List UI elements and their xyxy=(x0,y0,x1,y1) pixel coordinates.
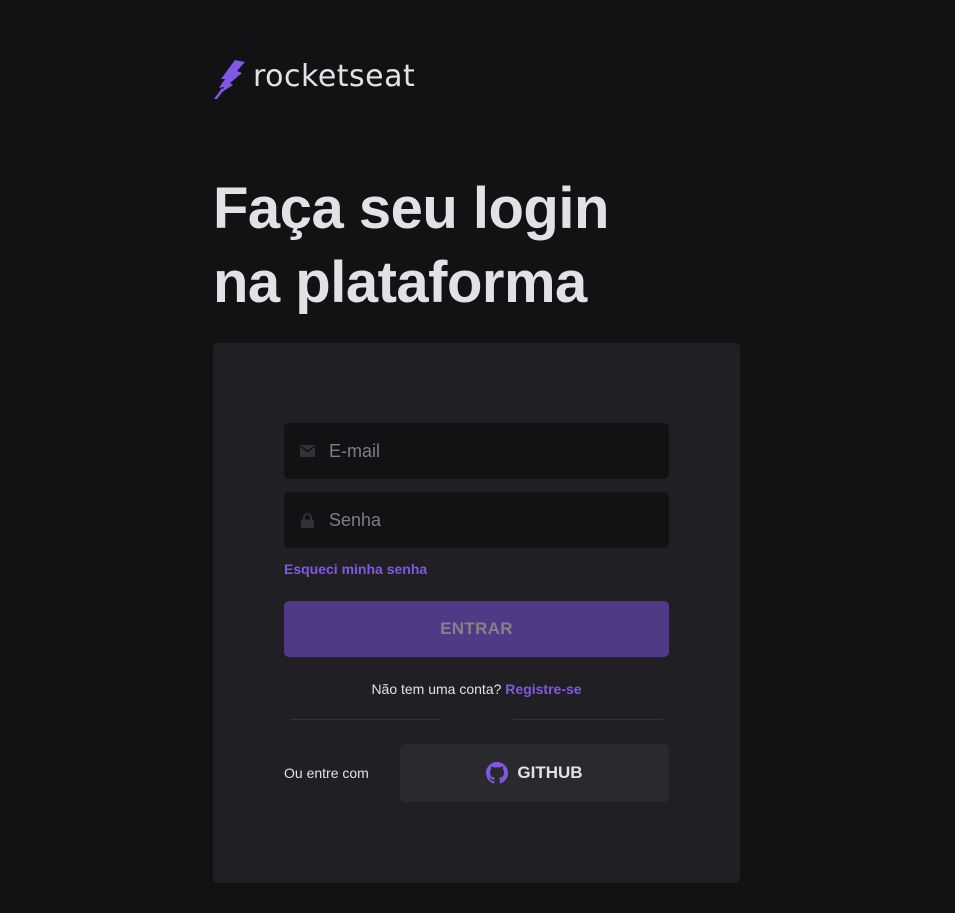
page-title-line-1: Faça seu login xyxy=(213,176,609,241)
lock-icon xyxy=(300,512,315,528)
github-button-label: GITHUB xyxy=(517,763,583,782)
forgot-password-link[interactable]: Esqueci minha senha xyxy=(284,561,427,577)
github-login-button[interactable]: GITHUB xyxy=(400,744,669,802)
password-input[interactable] xyxy=(329,509,649,531)
page-title-line-2: na plataforma xyxy=(213,250,587,315)
register-link[interactable]: Registre-se xyxy=(505,681,581,697)
register-prompt-text: Não tem uma conta? xyxy=(371,681,502,697)
envelope-icon xyxy=(300,444,315,459)
brand-logo: rocketseat xyxy=(213,58,415,100)
register-prompt: Não tem uma conta? Registre-se xyxy=(284,681,669,697)
email-input[interactable] xyxy=(329,440,649,462)
login-card: Esqueci minha senha ENTRAR Não tem uma c… xyxy=(213,343,740,883)
page-title: Faça seu login na plataforma xyxy=(213,172,733,320)
github-icon xyxy=(486,762,509,784)
brand-name: rocketseat xyxy=(253,59,416,94)
login-page: rocketseat Faça seu login na plataforma xyxy=(0,0,955,913)
divider-left xyxy=(290,719,440,720)
login-submit-button[interactable]: ENTRAR xyxy=(284,601,669,657)
divider-right xyxy=(513,719,663,720)
alt-login-label: Ou entre com xyxy=(284,765,369,781)
email-field[interactable] xyxy=(284,423,669,479)
rocket-icon xyxy=(214,60,245,99)
password-field[interactable] xyxy=(284,492,669,548)
